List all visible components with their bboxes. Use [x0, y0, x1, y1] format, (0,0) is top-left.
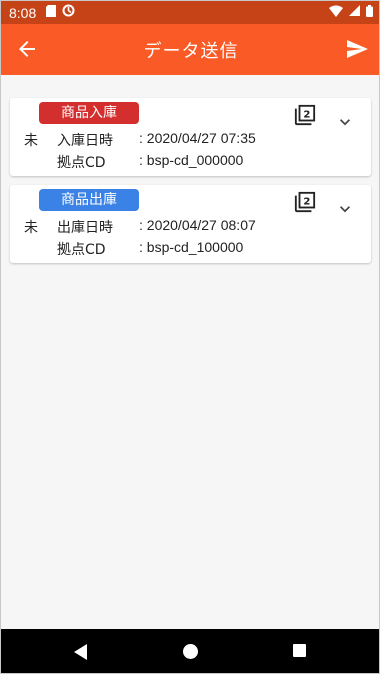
record-type-badge: 商品入庫 — [39, 102, 139, 124]
status-time: 8:08 — [9, 4, 37, 21]
nav-back-icon[interactable] — [73, 644, 89, 660]
site-label: 拠点CD — [57, 242, 106, 258]
chevron-down-icon[interactable] — [335, 199, 355, 219]
record-card[interactable]: 商品入庫 未 入庫日時 : 2020/04/27 07:35 拠点CD : bs… — [10, 98, 371, 176]
sync-icon — [62, 4, 75, 21]
record-status: 未 — [24, 133, 38, 149]
app-bar: データ送信 — [1, 24, 379, 75]
navigation-bar — [1, 629, 379, 673]
record-status: 未 — [24, 220, 38, 236]
status-right-icons — [329, 4, 373, 21]
nav-home-icon[interactable] — [183, 644, 198, 659]
record-card[interactable]: 商品出庫 未 出庫日時 : 2020/04/27 08:07 拠点CD : bs… — [10, 185, 371, 263]
screen: 8:08 データ送信 商品入庫 未 入庫日時: 2020/04/27 07:3… — [0, 0, 380, 674]
filter-2-icon: 2 — [294, 191, 316, 213]
site-value: : bsp-cd_000000 — [139, 152, 244, 168]
record-type-badge: 商品出庫 — [39, 189, 139, 211]
site-label: 拠点CD — [57, 155, 106, 171]
send-icon[interactable] — [345, 37, 369, 61]
nav-recents-icon[interactable] — [293, 644, 306, 657]
date-label: 出庫日時 — [57, 220, 113, 236]
date-label: 入庫日時 — [57, 133, 113, 149]
copy-count: 2 — [303, 109, 310, 120]
site-value: : bsp-cd_100000 — [139, 239, 244, 255]
filter-2-icon: 2 — [294, 104, 316, 126]
date-value: : 2020/04/27 07:35 — [139, 130, 256, 146]
status-bar: 8:08 — [1, 1, 379, 24]
chevron-down-icon[interactable] — [335, 112, 355, 132]
signal-icon — [349, 5, 360, 20]
copy-count: 2 — [303, 196, 310, 207]
sd-card-icon — [46, 4, 57, 21]
page-title: データ送信 — [143, 41, 239, 62]
wifi-icon — [329, 5, 343, 21]
battery-icon — [366, 4, 373, 21]
date-value: : 2020/04/27 08:07 — [139, 217, 256, 233]
